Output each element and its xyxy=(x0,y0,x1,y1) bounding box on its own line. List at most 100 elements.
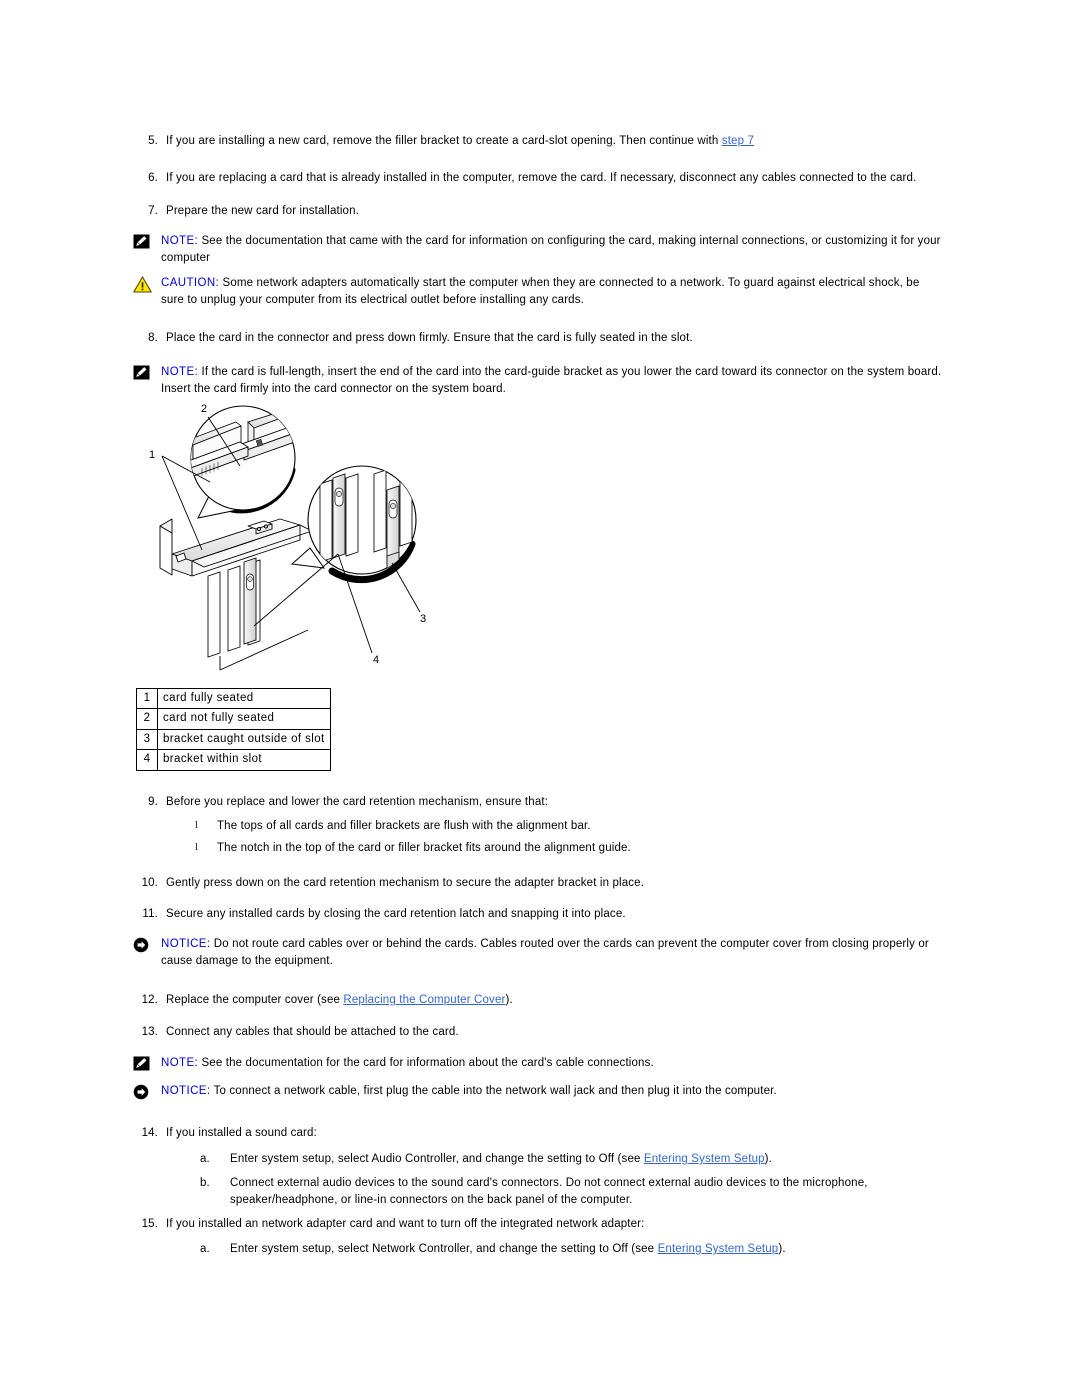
note-admonition-2: NOTE: If the card is full-length, insert… xyxy=(133,364,945,397)
step-15a-text: Enter system setup, select Network Contr… xyxy=(230,1243,658,1255)
step-9-number: 9. xyxy=(148,796,158,808)
step-14a-body: Enter system setup, select Audio Control… xyxy=(230,1151,955,1168)
note-3-text: See the documentation for the card for i… xyxy=(198,1057,654,1069)
table-row: 3 bracket caught outside of slot xyxy=(136,728,331,751)
step-10-number: 10. xyxy=(141,877,158,889)
step-15-text: If you installed an network adapter card… xyxy=(166,1218,645,1230)
step-14a-letter: a. xyxy=(200,1153,210,1165)
step-6-number: 6. xyxy=(148,172,158,184)
step-15-number: 15. xyxy=(141,1218,158,1230)
step-5: 5. If you are installing a new card, rem… xyxy=(140,133,950,150)
step-14b-letter: b. xyxy=(200,1177,210,1189)
notice-circle-arrow-icon xyxy=(133,1083,161,1100)
table-row: 2 card not fully seated xyxy=(136,708,331,730)
step-15a-text-after: ). xyxy=(778,1243,786,1255)
step-9-bullet-1-text: The tops of all cards and filler bracket… xyxy=(217,820,591,832)
step-12-text: Replace the computer cover (see xyxy=(166,994,344,1006)
step-9: 9. Before you replace and lower the card… xyxy=(140,794,960,811)
step-8-number: 8. xyxy=(148,332,158,344)
notice-1-body: NOTICE: Do not route card cables over or… xyxy=(161,936,945,969)
note-admonition-1: NOTE: See the documentation that came wi… xyxy=(133,233,945,266)
notice-circle-arrow-icon xyxy=(133,936,161,953)
step-6-text: If you are replacing a card that is alre… xyxy=(166,172,917,184)
step-7: 7. Prepare the new card for installation… xyxy=(140,203,960,220)
note-2-label: NOTE: xyxy=(161,366,199,378)
card-seating-illustration: 2 1 3 4 xyxy=(140,398,450,683)
step-9-bullet-1: l The tops of all cards and filler brack… xyxy=(195,818,955,835)
note-3-label: NOTE: xyxy=(161,1057,199,1069)
callout-4: 4 xyxy=(373,654,379,666)
legend-number: 2 xyxy=(136,708,158,730)
step-11: 11. Secure any installed cards by closin… xyxy=(140,906,960,923)
step-7-text: Prepare the new card for installation. xyxy=(166,205,359,217)
notice-admonition-1: NOTICE: Do not route card cables over or… xyxy=(133,936,945,969)
note-2-body: NOTE: If the card is full-length, insert… xyxy=(161,364,945,397)
step-14-text: If you installed a sound card: xyxy=(166,1127,317,1139)
step-5-text: If you are installing a new card, remove… xyxy=(166,135,722,147)
note-pencil-icon xyxy=(133,233,161,249)
notice-1-label: NOTICE: xyxy=(161,938,211,950)
step-14a-text: Enter system setup, select Audio Control… xyxy=(230,1153,644,1165)
step-14a-text-after: ). xyxy=(764,1153,772,1165)
legend-number: 3 xyxy=(136,728,158,751)
legend-label: card fully seated xyxy=(157,687,331,710)
step-15a: a. Enter system setup, select Network Co… xyxy=(200,1241,955,1258)
note-pencil-icon xyxy=(133,1055,161,1071)
step-14-number: 14. xyxy=(141,1127,158,1139)
step-6: 6. If you are replacing a card that is a… xyxy=(140,170,960,187)
note-1-body: NOTE: See the documentation that came wi… xyxy=(161,233,945,266)
document-page: 5. If you are installing a new card, rem… xyxy=(0,0,1080,1397)
link-replacing-the-computer-cover[interactable]: Replacing the Computer Cover xyxy=(343,994,505,1006)
step-8: 8. Place the card in the connector and p… xyxy=(140,330,960,347)
caution-1-body: CAUTION: Some network adapters automatic… xyxy=(161,275,945,308)
step-13-number: 13. xyxy=(141,1026,158,1038)
link-entering-system-setup[interactable]: Entering System Setup xyxy=(658,1243,779,1255)
bullet-glyph: l xyxy=(195,841,199,853)
note-admonition-3: NOTE: See the documentation for the card… xyxy=(133,1055,945,1072)
illustration-legend-table: 1 card fully seated 2 card not fully sea… xyxy=(136,687,331,771)
bullet-glyph: l xyxy=(195,819,199,831)
step-11-text: Secure any installed cards by closing th… xyxy=(166,908,626,920)
illustration-svg: 2 1 3 4 xyxy=(149,403,426,671)
step-8-text: Place the card in the connector and pres… xyxy=(166,332,693,344)
legend-label: bracket within slot xyxy=(157,749,331,771)
callout-1: 1 xyxy=(149,449,155,461)
callout-2: 2 xyxy=(201,403,207,415)
callout-3: 3 xyxy=(420,613,426,625)
notice-1-text: Do not route card cables over or behind … xyxy=(161,938,929,967)
caution-1-text: Some network adapters automatically star… xyxy=(161,277,920,306)
step-14: 14. If you installed a sound card: xyxy=(140,1125,960,1142)
step-9-text: Before you replace and lower the card re… xyxy=(166,796,549,808)
legend-number: 1 xyxy=(136,687,158,710)
step-11-number: 11. xyxy=(142,908,158,920)
note-pencil-icon xyxy=(133,364,161,380)
step-12-number: 12. xyxy=(141,994,158,1006)
note-1-label: NOTE: xyxy=(161,235,199,247)
caution-triangle-icon xyxy=(133,275,161,293)
link-step-7[interactable]: step 7 xyxy=(722,135,754,147)
step-7-number: 7. xyxy=(148,205,158,217)
step-12-body: Replace the computer cover (see Replacin… xyxy=(166,992,960,1009)
link-entering-system-setup[interactable]: Entering System Setup xyxy=(644,1153,765,1165)
step-13: 13. Connect any cables that should be at… xyxy=(140,1024,960,1041)
step-14a: a. Enter system setup, select Audio Cont… xyxy=(200,1151,955,1168)
note-3-body: NOTE: See the documentation for the card… xyxy=(161,1055,945,1072)
notice-2-text: To connect a network cable, first plug t… xyxy=(210,1085,777,1097)
step-10: 10. Gently press down on the card retent… xyxy=(140,875,960,892)
step-12: 12. Replace the computer cover (see Repl… xyxy=(140,992,960,1009)
step-15a-body: Enter system setup, select Network Contr… xyxy=(230,1241,955,1258)
step-9-bullet-2: l The notch in the top of the card or fi… xyxy=(195,840,955,857)
step-10-text: Gently press down on the card retention … xyxy=(166,877,645,889)
step-15: 15. If you installed an network adapter … xyxy=(140,1216,960,1233)
step-9-bullet-2-text: The notch in the top of the card or fill… xyxy=(217,842,631,854)
step-13-text: Connect any cables that should be attach… xyxy=(166,1026,459,1038)
notice-2-label: NOTICE: xyxy=(161,1085,211,1097)
caution-admonition-1: CAUTION: Some network adapters automatic… xyxy=(133,275,945,308)
step-15a-letter: a. xyxy=(200,1243,210,1255)
legend-label: bracket caught outside of slot xyxy=(157,728,331,751)
legend-number: 4 xyxy=(136,749,158,771)
step-14b: b. Connect external audio devices to the… xyxy=(200,1175,948,1208)
step-12-text-after: ). xyxy=(505,994,513,1006)
note-1-text: See the documentation that came with the… xyxy=(161,235,941,264)
table-row: 1 card fully seated xyxy=(136,687,331,710)
